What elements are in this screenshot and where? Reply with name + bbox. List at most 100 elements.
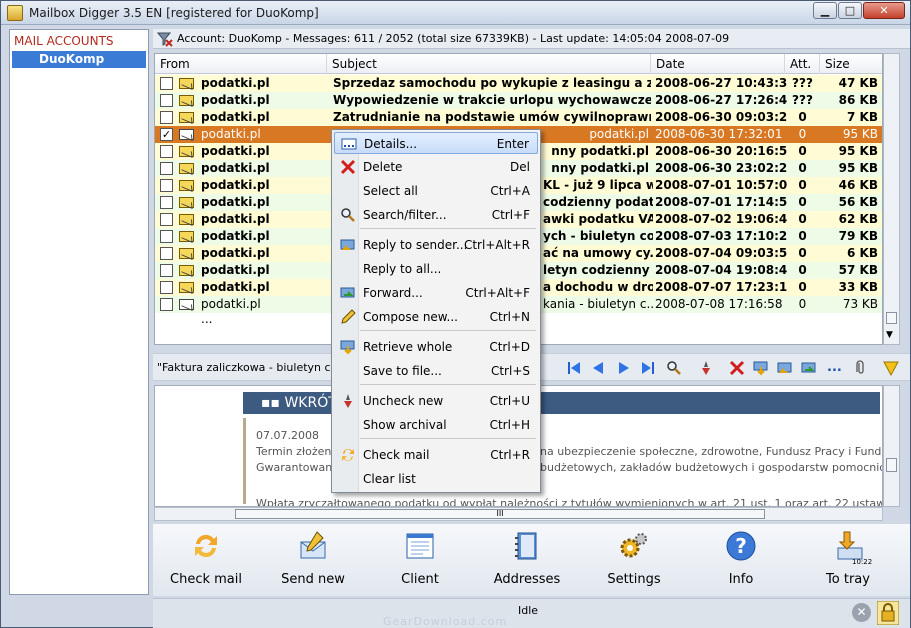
more-indicator: ...	[201, 312, 213, 326]
message-date: 2008-07-01 10:57:02	[655, 178, 787, 192]
message-size: 95 KB	[838, 161, 878, 175]
menu-item-label: Select all	[363, 184, 418, 198]
forward-icon[interactable]	[801, 360, 817, 376]
column-date[interactable]: Date	[651, 54, 785, 74]
message-att: 0	[798, 110, 807, 124]
message-checkbox[interactable]	[160, 298, 173, 311]
addresses-button[interactable]: Addresses	[483, 530, 571, 592]
message-from: podatki.pl	[201, 178, 270, 192]
message-checkbox[interactable]	[160, 162, 173, 175]
info-button[interactable]: ? Info	[697, 530, 785, 592]
menu-item-reply-to-sender[interactable]: Reply to sender... Ctrl+Alt+R	[334, 234, 538, 256]
message-checkbox[interactable]: ✓	[160, 128, 173, 141]
settings-button[interactable]: Settings	[590, 530, 678, 592]
previous-message-icon[interactable]	[590, 360, 606, 376]
menu-item-compose-new[interactable]: Compose new... Ctrl+N	[334, 306, 538, 328]
message-subject-tail: ać na umowy cy...	[543, 246, 653, 260]
check-mail-button[interactable]: Check mail	[162, 530, 250, 592]
more-icon[interactable]: ...	[827, 360, 843, 376]
stop-icon[interactable]: ✕	[852, 603, 871, 622]
account-item-duokomp[interactable]: DuoKomp (2052)	[12, 51, 146, 83]
attachment-icon[interactable]	[853, 360, 869, 376]
scroll-down-arrow[interactable]: ▼	[886, 330, 893, 340]
uncheck-icon[interactable]	[698, 360, 714, 376]
close-button[interactable]: ✕	[863, 2, 905, 19]
message-row[interactable]: podatki.pl Wypowiedzenie w trakcie urlopu…	[155, 92, 882, 109]
last-message-icon[interactable]	[640, 360, 656, 376]
filter-icon[interactable]	[157, 31, 173, 47]
main-toolbar: Check mail Send new Client Addresses Set…	[153, 524, 910, 596]
menu-item-check-mail[interactable]: Check mail Ctrl+R	[334, 444, 538, 466]
menu-item-retrieve-whole[interactable]: Retrieve whole Ctrl+D	[334, 336, 538, 358]
menu-item-select-all[interactable]: Select all Ctrl+A	[334, 180, 538, 202]
message-row[interactable]: podatki.pl Zatrudnianie na podstawie umów…	[155, 109, 882, 126]
message-checkbox[interactable]	[160, 77, 173, 90]
menu-item-show-archival[interactable]: Show archival Ctrl+H	[334, 414, 538, 436]
message-checkbox[interactable]	[160, 281, 173, 294]
message-row[interactable]: podatki.pl Sprzedaz samochodu po wykupie …	[155, 75, 882, 92]
message-checkbox[interactable]	[160, 145, 173, 158]
menu-item-clear-list[interactable]: Clear list	[334, 468, 538, 490]
message-size: 46 KB	[838, 178, 878, 192]
menu-item-label: Clear list	[363, 472, 416, 486]
client-button[interactable]: Client	[376, 530, 464, 592]
menu-item-delete[interactable]: Delete Del	[334, 156, 538, 178]
message-checkbox[interactable]	[160, 213, 173, 226]
message-checkbox[interactable]	[160, 179, 173, 192]
preview-scroll-thumb[interactable]	[886, 458, 897, 472]
preview-scrollbar[interactable]	[883, 385, 900, 507]
menu-separator	[360, 330, 536, 331]
message-subject-tail: nny podatki.pl	[551, 144, 649, 158]
menu-item-forward[interactable]: Forward... Ctrl+Alt+F	[334, 282, 538, 304]
menu-item-label: Uncheck new	[363, 394, 444, 408]
column-size[interactable]: Size	[820, 54, 882, 74]
menu-item-save-to-file[interactable]: Save to file... Ctrl+S	[334, 360, 538, 382]
preview-hscroll[interactable]: III	[154, 507, 883, 521]
hscroll-thumb[interactable]: III	[235, 509, 765, 519]
envelope-icon	[179, 282, 194, 293]
reply-sender-icon[interactable]	[777, 360, 793, 376]
message-date: 2008-06-30 20:16:54	[655, 144, 787, 158]
menu-item-details[interactable]: Details... Enter	[334, 132, 538, 154]
first-message-icon[interactable]	[566, 360, 582, 376]
addresses-label: Addresses	[493, 572, 561, 587]
minimize-button[interactable]: ▁	[813, 2, 837, 19]
scroll-thumb[interactable]	[886, 312, 897, 324]
message-checkbox[interactable]	[160, 196, 173, 209]
message-checkbox[interactable]	[160, 264, 173, 277]
message-checkbox[interactable]	[160, 247, 173, 260]
send-new-button[interactable]: Send new	[269, 530, 357, 592]
message-checkbox[interactable]	[160, 94, 173, 107]
message-checkbox[interactable]	[160, 111, 173, 124]
column-from[interactable]: From	[155, 54, 327, 74]
message-att: 0	[798, 297, 807, 311]
delete-icon[interactable]	[729, 360, 745, 376]
message-date: 2008-06-27 10:43:32	[655, 76, 787, 90]
menu-item-search-filter[interactable]: Search/filter... Ctrl+F	[334, 204, 538, 226]
message-date: 2008-07-08 17:16:58	[655, 297, 783, 311]
message-list-scrollbar[interactable]: ▼	[883, 53, 900, 345]
title-bar: Mailbox Digger 3.5 EN [registered for Du…	[1, 1, 910, 25]
lock-icon[interactable]	[877, 601, 899, 625]
menu-item-uncheck-new[interactable]: Uncheck new Ctrl+U	[334, 390, 538, 412]
column-subject[interactable]: Subject	[327, 54, 651, 74]
status-bar: Idle GearDownload.com ✕	[153, 598, 910, 628]
to-tray-button[interactable]: 10:22 To tray	[804, 530, 892, 592]
next-message-icon[interactable]	[616, 360, 632, 376]
message-checkbox[interactable]	[160, 230, 173, 243]
message-subject-tail: codzienny podat...	[543, 195, 653, 209]
message-from: podatki.pl	[201, 76, 270, 90]
envelope-icon	[179, 78, 194, 89]
collapse-icon[interactable]	[883, 360, 899, 376]
message-from: podatki.pl	[201, 161, 270, 175]
maximize-button[interactable]: □	[838, 2, 862, 19]
search-icon[interactable]	[666, 360, 682, 376]
menu-item-label: Retrieve whole	[363, 340, 453, 354]
message-size: 79 KB	[838, 229, 878, 243]
message-subject-tail: a dochodu w dro...	[543, 280, 653, 294]
message-subject-tail: ych - biuletyn co...	[543, 229, 653, 243]
retrieve-icon[interactable]	[753, 360, 769, 376]
send-new-label: Send new	[281, 572, 345, 587]
column-att[interactable]: Att.	[785, 54, 820, 74]
menu-item-reply-to-all[interactable]: Reply to all...	[334, 258, 538, 280]
